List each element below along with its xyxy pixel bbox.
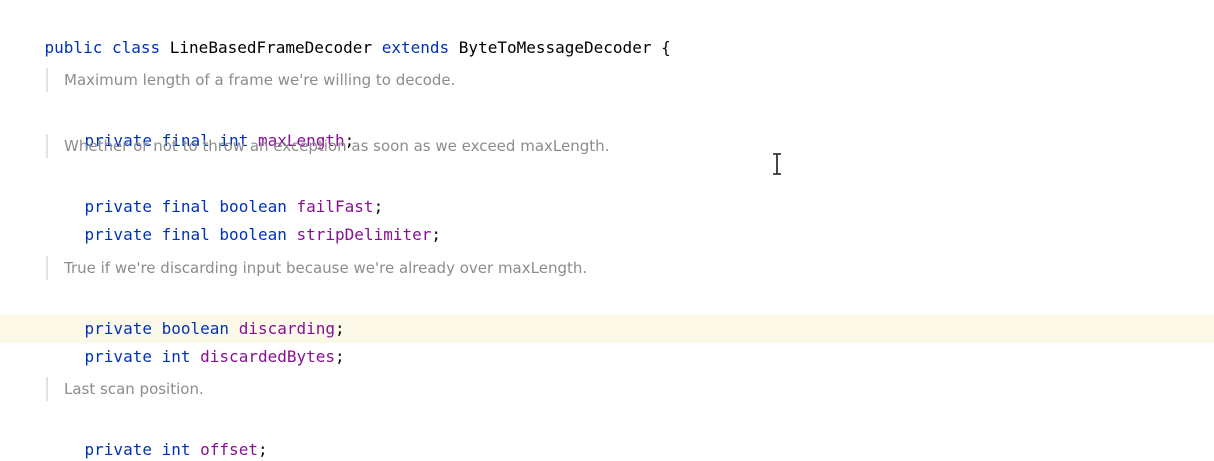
keyword-extends: extends: [381, 38, 450, 57]
type-boolean: boolean: [219, 225, 287, 244]
superclass-name: ByteToMessageDecoder: [458, 38, 652, 57]
text-cursor-icon: [773, 153, 781, 175]
class-name: LineBasedFrameDecoder: [169, 38, 373, 57]
keyword-public: public: [44, 38, 103, 57]
field-line-discarding[interactable]: private boolean discarding;: [46, 287, 345, 338]
doc-comment-fail-fast: Whether or not to throw an exception as …: [46, 134, 609, 158]
keyword-class: class: [111, 38, 161, 57]
field-line-max-length[interactable]: private final int maxLength;: [46, 99, 355, 150]
modifier-private: private: [84, 347, 152, 366]
doc-comment-discarding: True if we're discarding input because w…: [46, 256, 587, 280]
modifier-private: private: [84, 225, 152, 244]
class-declaration-line[interactable]: public class LineBasedFrameDecoder exten…: [6, 6, 671, 57]
type-int: int: [161, 440, 191, 459]
field-name-strip-delimiter: stripDelimiter: [296, 225, 432, 244]
semicolon: ;: [431, 225, 441, 244]
field-line-discarded-bytes[interactable]: private int discardedBytes;: [46, 315, 345, 366]
semicolon: ;: [335, 347, 345, 366]
field-name-offset: offset: [200, 440, 258, 459]
field-line-fail-fast[interactable]: private final boolean failFast;: [46, 165, 384, 216]
field-name-discarded-bytes: discardedBytes: [200, 347, 336, 366]
code-editor[interactable]: public class LineBasedFrameDecoder exten…: [0, 0, 1214, 461]
semicolon: ;: [257, 440, 268, 459]
doc-comment-max-length: Maximum length of a frame we're willing …: [46, 68, 455, 92]
modifier-final: final: [161, 225, 210, 244]
doc-comment-offset: Last scan position.: [46, 377, 204, 401]
type-int: int: [161, 347, 191, 366]
field-line-strip-delimiter[interactable]: private final boolean stripDelimiter;: [46, 193, 441, 244]
open-brace: {: [661, 38, 671, 57]
modifier-private: private: [84, 440, 152, 459]
field-line-offset[interactable]: private int offset;: [46, 408, 268, 459]
